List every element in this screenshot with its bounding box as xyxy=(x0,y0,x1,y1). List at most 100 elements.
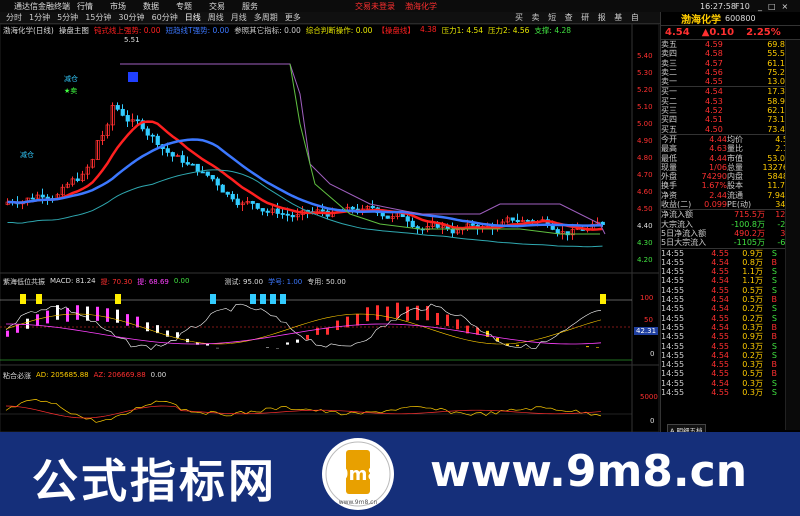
menu-item[interactable]: 服务 xyxy=(242,1,258,12)
tick-row[interactable]: 14:554.550.9万B1 xyxy=(661,332,800,341)
candle-body xyxy=(75,178,80,181)
candle-body xyxy=(525,220,530,222)
candle-body xyxy=(190,163,195,166)
quick-action[interactable]: 短 xyxy=(548,13,556,22)
menu-item[interactable]: 专题 xyxy=(176,1,192,12)
bid-row[interactable]: 买二 4.53 58.9万 xyxy=(661,97,800,106)
quick-action[interactable]: 报 xyxy=(598,13,606,22)
period-tab-15m[interactable]: 15分钟 xyxy=(85,12,111,23)
tick-volume: 0.5万 xyxy=(742,369,763,379)
flow-row[interactable]: 5日净流入额490.2万3% xyxy=(661,229,800,238)
macd-bar xyxy=(406,306,409,321)
macd-top-marker xyxy=(280,294,286,304)
tick-row[interactable]: 14:554.551.1万S1 xyxy=(661,267,800,276)
stat-row[interactable]: 现量 1/06 总量 132769 xyxy=(661,163,800,172)
flow-row[interactable]: 5日大宗流入-1105万-6% xyxy=(661,238,800,247)
menu-item[interactable]: 交易 xyxy=(209,1,225,12)
bid-row[interactable]: 买三 4.52 62.1万 xyxy=(661,106,800,115)
stat-row[interactable]: 最高4.63量比2.13 xyxy=(661,144,800,153)
login-status[interactable]: 交易未登录 xyxy=(355,1,395,12)
tick-row[interactable]: 14:554.550.3万B1 xyxy=(661,360,800,369)
quick-action[interactable]: 基 xyxy=(614,13,622,22)
level-price: 4.54 xyxy=(705,87,723,97)
period-tab-weekly[interactable]: 周线 xyxy=(208,12,224,23)
macd-bar xyxy=(416,305,419,321)
bid-levels: 买一 4.54 17.3万 买二 4.53 58.9万 买三 4.52 62.1万 买四 4.51 7… xyxy=(661,87,800,135)
tick-row[interactable]: 14:554.540.2万S1 xyxy=(661,304,800,313)
tick-row[interactable]: 14:554.550.9万S1 xyxy=(661,249,800,258)
side-toolbar[interactable] xyxy=(785,40,800,430)
period-tab-multi[interactable]: 多周期 xyxy=(254,12,278,23)
menu-item[interactable]: 行情 xyxy=(77,1,93,12)
macd-bar xyxy=(116,309,119,323)
candle-body xyxy=(40,194,45,198)
tick-side: S xyxy=(771,378,777,388)
level-price: 4.50 xyxy=(705,124,723,134)
f10-button[interactable]: F10 xyxy=(735,2,750,11)
bid-row[interactable]: 买一 4.54 17.3万 xyxy=(661,87,800,96)
tick-row[interactable]: 14:554.540.3万S1 xyxy=(661,379,800,388)
support-line xyxy=(7,169,603,248)
quick-action[interactable]: 卖 xyxy=(532,13,540,22)
tick-row[interactable]: 14:554.540.5万B1 xyxy=(661,295,800,304)
flow-label: 5日净流入额 xyxy=(661,228,707,238)
period-tab-minute[interactable]: 分时 xyxy=(6,12,22,23)
stat-row[interactable]: 最低 4.44 市值 53.0亿 xyxy=(661,154,800,163)
period-tab-more[interactable]: 更多 xyxy=(285,12,301,23)
period-tab-monthly[interactable]: 月线 xyxy=(231,12,247,23)
tick-time: 14:55 xyxy=(661,378,685,388)
macd-bar xyxy=(76,305,79,320)
period-tab-5m[interactable]: 5分钟 xyxy=(57,12,78,23)
ask-row[interactable]: 卖四 4.58 55.5万 xyxy=(661,49,800,58)
tick-row[interactable]: 14:554.550.5万B1 xyxy=(661,369,800,378)
candle-body xyxy=(380,212,385,217)
flow-row[interactable]: 大宗流入-100.8万-2% xyxy=(661,220,800,229)
tick-row[interactable]: 14:554.540.3万B1 xyxy=(661,323,800,332)
stat-row[interactable]: 换手 1.67% 股本 11.7亿 xyxy=(661,181,800,190)
tick-volume: 0.9万 xyxy=(742,248,763,258)
window-controls[interactable]: _□× xyxy=(758,2,794,11)
menu-item[interactable]: 数据 xyxy=(143,1,159,12)
quick-action[interactable]: 自 xyxy=(631,13,639,22)
ask-row[interactable]: 卖三 4.57 61.1万 xyxy=(661,59,800,68)
period-tab-daily[interactable]: 日线 xyxy=(185,12,201,23)
tick-row[interactable]: 14:554.541.1万S1 xyxy=(661,276,800,285)
flow-row[interactable]: 净流入额715.5万12% xyxy=(661,210,800,219)
period-tab-30m[interactable]: 30分钟 xyxy=(118,12,144,23)
bid-row[interactable]: 买四 4.51 73.1万 xyxy=(661,115,800,124)
ask-row[interactable]: 卖五 4.59 69.8万 xyxy=(661,40,800,49)
tick-row[interactable]: 14:554.550.3万S1 xyxy=(661,388,800,397)
tick-row[interactable]: 14:554.550.2万S1 xyxy=(661,314,800,323)
stat-row[interactable]: 净资 2.44 流通 7.94亿 xyxy=(661,191,800,200)
stat-row[interactable]: 收益(二)0.099PE(动)34.4 xyxy=(661,200,800,209)
ask-row[interactable]: 卖一 4.55 13.0万 xyxy=(661,77,800,86)
menu-item[interactable]: 市场 xyxy=(110,1,126,12)
quick-action[interactable]: 买 xyxy=(515,13,523,22)
level-price: 4.53 xyxy=(705,96,723,106)
tick-row[interactable]: 14:554.550.3万S1 xyxy=(661,342,800,351)
quick-action[interactable]: 查 xyxy=(565,13,573,22)
indicator-2: 短趋线T强势: 0.00 xyxy=(165,26,230,35)
ask-row[interactable]: 卖二 4.56 75.2万 xyxy=(661,68,800,77)
bid-row[interactable]: 买五 4.50 73.4万 xyxy=(661,125,800,134)
tick-side: S xyxy=(771,267,777,277)
period-tab-60m[interactable]: 60分钟 xyxy=(152,12,178,23)
period-tab-1m[interactable]: 1分钟 xyxy=(29,12,50,23)
stat-label: 均价 xyxy=(727,134,743,144)
level-price: 4.59 xyxy=(705,40,723,49)
tick-price: 4.54 xyxy=(711,378,729,388)
tick-list: 14:554.550.9万S114:554.540.8万B114:554.551… xyxy=(661,249,800,398)
indicator-9: 支撑: 4.28 xyxy=(534,26,572,35)
candle-body xyxy=(280,213,285,215)
candle-body xyxy=(220,184,225,193)
quote-change-pct: 2.25% xyxy=(746,27,781,38)
tick-row[interactable]: 14:554.550.5万S1 xyxy=(661,286,800,295)
tick-row[interactable]: 14:554.540.2万S1 xyxy=(661,351,800,360)
ad-zero: 0.00 xyxy=(150,371,167,379)
macd-top-marker xyxy=(20,294,26,304)
stat-row[interactable]: 今开4.44均价4.55 xyxy=(661,135,800,144)
indicator-1: 钝式线上强势: 0.00 xyxy=(93,26,161,35)
ad-legend: 粘合必涨 AD: 205685.88 AZ: 206669.88 0.00 xyxy=(3,371,166,381)
tick-row[interactable]: 14:554.540.8万B1 xyxy=(661,258,800,267)
quick-action[interactable]: 研 xyxy=(581,13,589,22)
